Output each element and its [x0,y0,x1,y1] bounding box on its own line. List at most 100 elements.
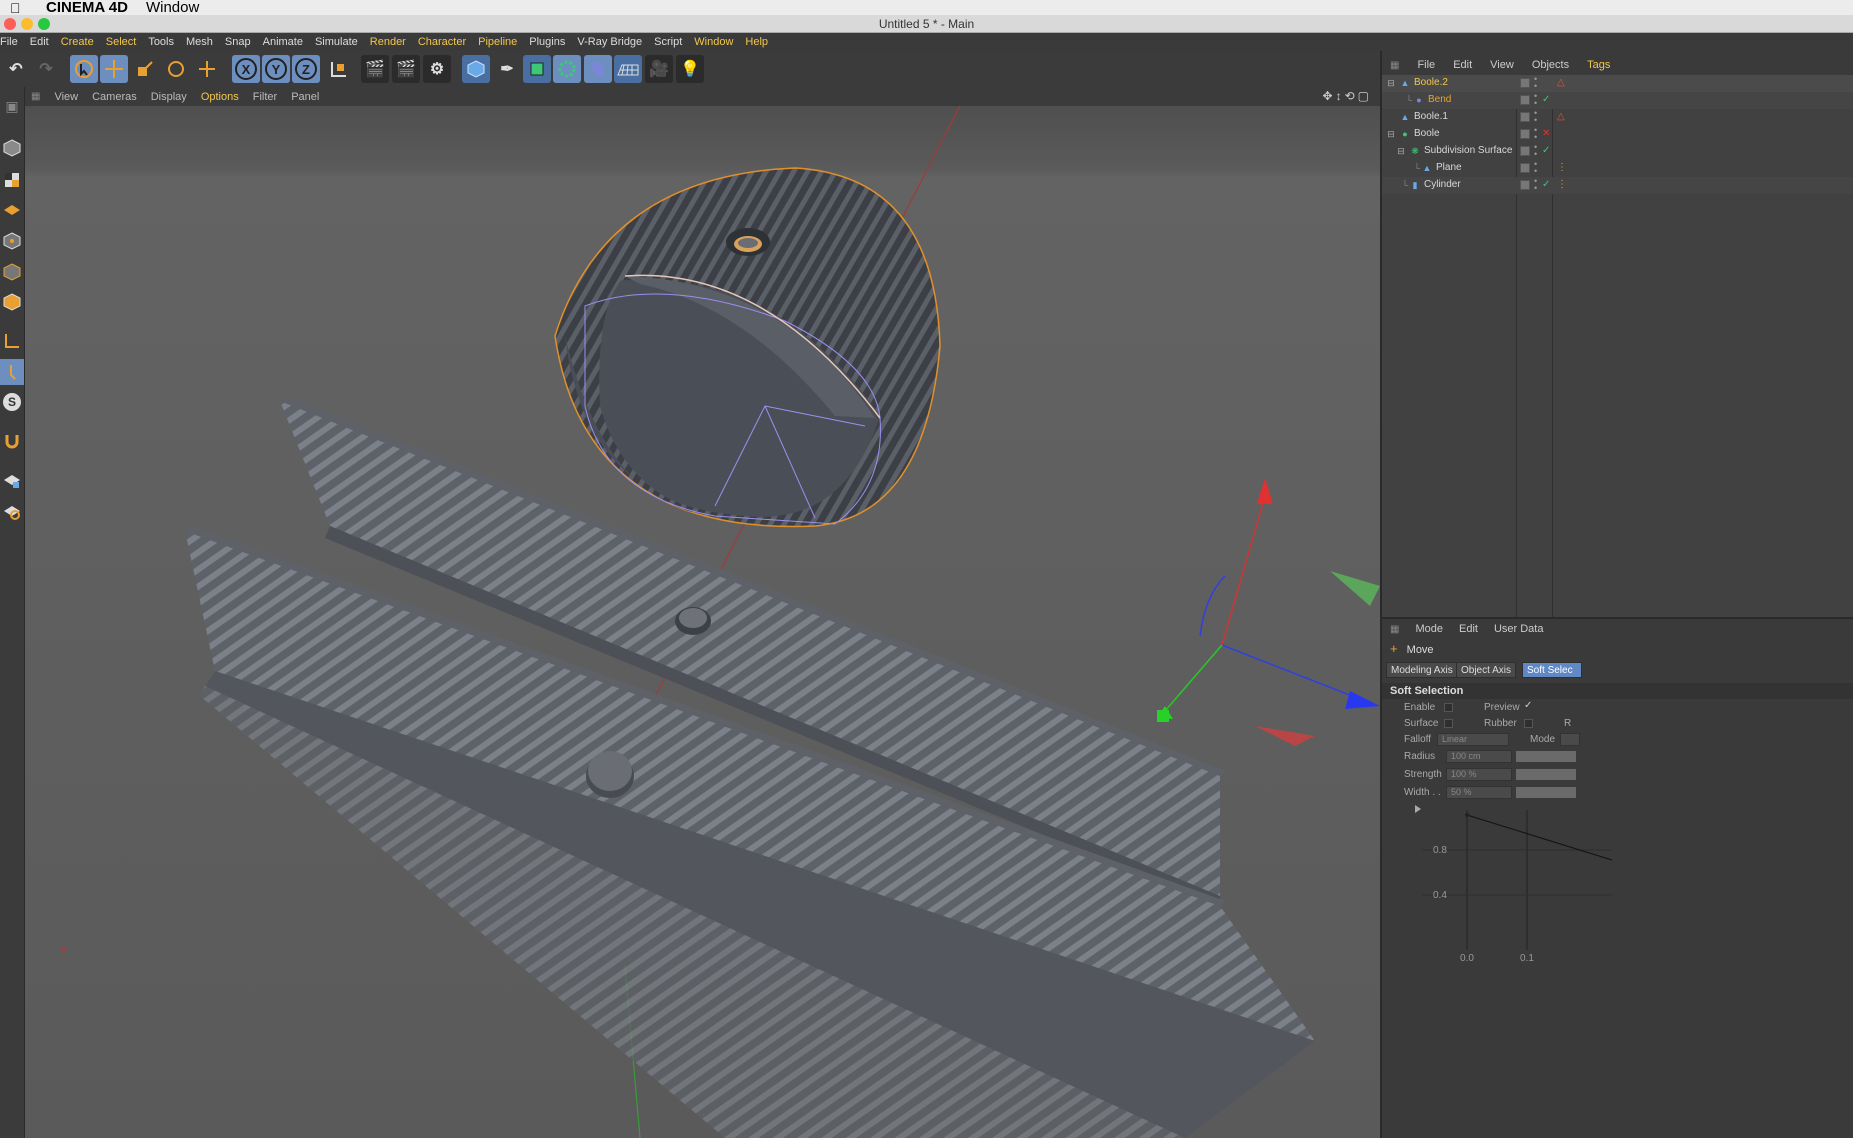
expand-icon[interactable]: ⊟ [1396,146,1406,156]
tab-soft-selection[interactable]: Soft Selec [1522,662,1582,678]
array-generator-icon[interactable] [553,55,581,83]
viewport-menu-display[interactable]: Display [151,91,187,103]
object-row-boole-1[interactable]: ▲ Boole.1 • • △ [1382,109,1853,126]
object-name[interactable]: Plane [1436,162,1462,173]
object-row-boole-2[interactable]: ⊟ ▲ Boole.2 • • △ [1382,75,1853,92]
menu-tools[interactable]: Tools [148,36,174,48]
camera-object-icon[interactable]: 🎥 [645,55,673,83]
deformer-icon[interactable] [584,55,612,83]
object-name[interactable]: Boole [1414,128,1440,139]
menu-create[interactable]: Create [61,36,94,48]
radius-field[interactable]: 100 cm [1446,750,1512,763]
enabled-check-icon[interactable]: ✓ [1542,145,1550,156]
am-menu-user-data[interactable]: User Data [1494,623,1544,635]
editor-render-dots[interactable]: • • [1534,109,1537,125]
make-editable-icon[interactable]: ▣ [0,93,24,119]
z-axis-lock-button[interactable]: Z [292,55,320,83]
am-menu-edit[interactable]: Edit [1459,623,1478,635]
axis-mode-icon[interactable] [0,328,24,354]
object-row-plane[interactable]: └ ▲ Plane • • ⋮ [1382,160,1853,177]
workplane-mode-icon[interactable] [0,197,24,223]
redo-icon[interactable]: ↷ [32,55,60,83]
visibility-toggle[interactable] [1520,129,1530,139]
viewport-canvas[interactable]: x [25,106,1380,1138]
object-row-boole[interactable]: ⊟ ● Boole • • ✕ [1382,126,1853,143]
menu-window[interactable]: Window [694,36,733,48]
edges-mode-icon[interactable] [0,259,24,285]
locked-workplane-icon[interactable] [0,467,24,493]
tab-modeling-axis[interactable]: Modeling Axis [1386,662,1458,678]
live-selection-icon[interactable] [70,55,98,83]
width-slider[interactable] [1516,787,1576,798]
viewport-grip-icon[interactable]: ▦ [31,91,40,102]
warning-tag-icon[interactable]: △ [1557,77,1565,88]
am-grip-icon[interactable]: ▦ [1390,624,1399,635]
menu-vray-bridge[interactable]: V-Ray Bridge [577,36,642,48]
visibility-toggle[interactable] [1520,95,1530,105]
width-field[interactable]: 50 % [1446,786,1512,799]
menu-snap[interactable]: Snap [225,36,251,48]
falloff-dropdown[interactable]: Linear [1437,733,1509,746]
viewport-menu-cameras[interactable]: Cameras [92,91,137,103]
radius-slider[interactable] [1516,751,1576,762]
menu-script[interactable]: Script [654,36,682,48]
viewport-menu-filter[interactable]: Filter [253,91,277,103]
menu-help[interactable]: Help [745,36,768,48]
visibility-toggle[interactable] [1520,78,1530,88]
viewport-menu-panel[interactable]: Panel [291,91,319,103]
os-window-menu[interactable]: Window [146,0,199,16]
points-mode-icon[interactable] [0,228,24,254]
cube-primitive-icon[interactable] [462,55,490,83]
am-menu-mode[interactable]: Mode [1415,623,1443,635]
menu-select[interactable]: Select [106,36,137,48]
model-mode-icon[interactable] [0,135,24,161]
scale-tool-icon[interactable] [131,55,159,83]
falloff-curve-graph[interactable]: 0.8 0.4 0.0 0.1 [1412,805,1613,975]
menu-render[interactable]: Render [370,36,406,48]
tab-object-axis[interactable]: Object Axis [1456,662,1517,678]
render-picture-viewer-icon[interactable]: 🎬 [392,55,420,83]
menu-edit[interactable]: Edit [30,36,49,48]
solo-mode-icon[interactable]: S [0,389,24,415]
object-row-bend[interactable]: └ ● Bend • • ✓ [1382,92,1853,109]
menu-character[interactable]: Character [418,36,466,48]
object-name[interactable]: Subdivision Surface [1424,145,1512,156]
transform-tool-icon[interactable] [193,55,221,83]
object-name[interactable]: Cylinder [1424,179,1461,190]
surface-checkbox[interactable] [1444,719,1453,728]
visibility-toggle[interactable] [1520,180,1530,190]
rotate-tool-icon[interactable] [162,55,190,83]
coordinate-system-icon[interactable] [324,55,352,83]
viewport-menu-view[interactable]: View [54,91,78,103]
object-row-cylinder[interactable]: └ ▮ Cylinder • • ✓ ⋮ [1382,177,1853,194]
visibility-toggle[interactable] [1520,163,1530,173]
editor-render-dots[interactable]: • • [1534,75,1537,91]
subdivision-surface-icon[interactable] [523,55,551,83]
mode-dropdown[interactable] [1560,733,1580,746]
editor-render-dots[interactable]: • • [1534,160,1537,176]
texture-tag-icon[interactable]: ⋮ [1557,179,1567,190]
editor-render-dots[interactable]: • • [1534,177,1537,193]
menu-file[interactable]: File [0,36,18,48]
strength-field[interactable]: 100 % [1446,768,1512,781]
editor-render-dots[interactable]: • • [1534,143,1537,159]
menu-plugins[interactable]: Plugins [529,36,565,48]
object-name[interactable]: Bend [1428,94,1451,105]
editor-render-dots[interactable]: • • [1534,126,1537,142]
editor-render-dots[interactable]: • • [1534,92,1537,108]
enabled-check-icon[interactable]: ✓ [1542,94,1550,105]
app-name-menu[interactable]: CINEMA 4D [46,0,128,16]
enabled-check-icon[interactable]: ✓ [1542,179,1550,190]
om-menu-edit[interactable]: Edit [1453,59,1472,71]
viewport-menu-options[interactable]: Options [201,91,239,103]
disabled-x-icon[interactable]: ✕ [1542,128,1550,139]
menu-mesh[interactable]: Mesh [186,36,213,48]
om-menu-tags[interactable]: Tags [1587,59,1610,71]
object-row-subdivision-surface[interactable]: ⊟ ❋ Subdivision Surface • • ✓ [1382,143,1853,160]
viewport-navigation-icons[interactable]: ✥↕⟲▢ [1323,89,1372,103]
visibility-toggle[interactable] [1520,112,1530,122]
expand-icon[interactable]: ⊟ [1386,129,1396,139]
object-name[interactable]: Boole.2 [1414,77,1448,88]
texture-mode-icon[interactable] [0,167,24,193]
strength-slider[interactable] [1516,769,1576,780]
